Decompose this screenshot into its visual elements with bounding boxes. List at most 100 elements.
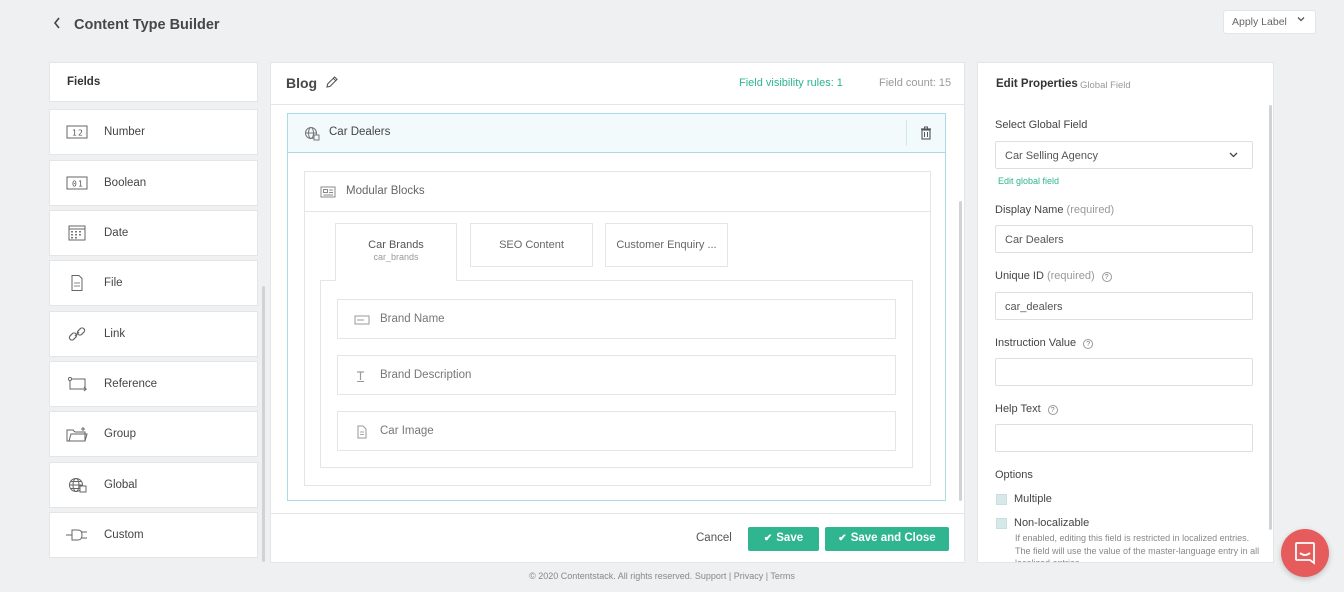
save-close-label: Save and Close xyxy=(850,532,936,544)
block-field-label: Car Image xyxy=(380,425,434,437)
unique-id-field[interactable]: car_dealers xyxy=(995,292,1253,320)
builder-scrollbar[interactable] xyxy=(959,201,962,501)
non-localizable-note: If enabled, editing this field is restri… xyxy=(1015,533,1260,563)
checkbox[interactable] xyxy=(996,494,1007,505)
unique-id-label: Unique ID (required) ? xyxy=(995,270,1112,282)
field-item-label: Boolean xyxy=(104,177,147,189)
check-icon: ✔ xyxy=(838,533,847,544)
edit-global-field-link[interactable]: Edit global field xyxy=(998,176,1059,186)
field-item-link[interactable]: Link xyxy=(49,311,258,357)
plug-icon xyxy=(66,527,88,543)
top-bar: Content Type Builder Apply Label xyxy=(0,0,1344,50)
folder-icon xyxy=(66,426,88,442)
modular-blocks-icon xyxy=(320,185,336,199)
multiple-label: Multiple xyxy=(1014,493,1052,505)
global-field-header[interactable]: Car Dealers xyxy=(288,114,945,153)
instruction-value-label: Instruction Value ? xyxy=(995,337,1094,349)
tab-label: SEO Content xyxy=(499,239,564,251)
page-footer: © 2020 Contentstack. All rights reserved… xyxy=(529,571,795,581)
global-field-select-value: Car Selling Agency xyxy=(1005,150,1098,162)
block-field-label: Brand Description xyxy=(380,369,472,381)
save-button[interactable]: ✔ Save xyxy=(748,527,819,551)
tab-customer-enquiry[interactable]: Customer Enquiry ... xyxy=(605,223,728,267)
privacy-link[interactable]: Privacy xyxy=(734,571,764,581)
support-link[interactable]: Support xyxy=(695,571,727,581)
terms-link[interactable]: Terms xyxy=(770,571,795,581)
help-text-label: Help Text ? xyxy=(995,403,1058,415)
field-item-label: Global xyxy=(104,479,138,491)
svg-text:0: 0 xyxy=(72,180,77,189)
tab-uid: car_brands xyxy=(373,252,419,262)
tab-car-brands[interactable]: Car Brands car_brands xyxy=(335,223,457,281)
field-item-label: Date xyxy=(104,227,129,239)
single-line-text-icon xyxy=(354,313,370,327)
chat-button[interactable] xyxy=(1281,529,1329,577)
copyright: © 2020 Contentstack. All rights reserved… xyxy=(529,571,693,581)
block-field-brand-description[interactable]: Brand Description xyxy=(337,355,896,395)
svg-text:1: 1 xyxy=(78,180,83,189)
modular-blocks-header[interactable]: Modular Blocks xyxy=(305,172,930,212)
properties-title: Edit Properties xyxy=(996,78,1078,90)
options-label: Options xyxy=(995,469,1033,481)
field-count: Field count: 15 xyxy=(879,77,952,89)
pencil-icon[interactable] xyxy=(325,75,339,89)
checkbox[interactable] xyxy=(996,518,1007,529)
block-fields-area: Brand Name Brand Description Car Image xyxy=(320,280,913,468)
display-name-field[interactable]: Car Dealers xyxy=(995,225,1253,253)
required-indicator: (required) xyxy=(1066,204,1115,216)
help-text-field[interactable] xyxy=(995,424,1253,452)
field-item-group[interactable]: Group xyxy=(49,411,258,457)
field-item-label: Number xyxy=(104,126,145,138)
select-global-field-label: Select Global Field xyxy=(995,119,1088,131)
svg-text:1: 1 xyxy=(72,129,77,138)
block-field-brand-name[interactable]: Brand Name xyxy=(337,299,896,339)
help-icon[interactable]: ? xyxy=(1047,405,1058,415)
number-icon: 12 xyxy=(66,124,88,140)
block-field-car-image[interactable]: Car Image xyxy=(337,411,896,451)
properties-subtitle: Global Field xyxy=(1080,80,1131,91)
non-localizable-label: Non-localizable xyxy=(1014,517,1090,529)
field-item-file[interactable]: File xyxy=(49,260,258,306)
field-visibility-rules-link[interactable]: Field visibility rules: 1 xyxy=(739,77,843,89)
properties-header: Edit Properties Global Field xyxy=(978,63,1273,105)
field-item-reference[interactable]: Reference xyxy=(49,361,258,407)
field-item-label: File xyxy=(104,277,123,289)
save-and-close-button[interactable]: ✔ Save and Close xyxy=(825,527,949,551)
help-text-label-text: Help Text xyxy=(995,403,1041,415)
unique-id-label-text: Unique ID xyxy=(995,270,1044,282)
globe-icon xyxy=(304,126,320,142)
edit-properties-panel: Edit Properties Global Field Select Glob… xyxy=(977,62,1274,563)
help-icon[interactable]: ? xyxy=(1101,272,1112,282)
chevron-left-icon[interactable] xyxy=(52,16,66,32)
page-title: Content Type Builder xyxy=(74,17,220,33)
check-icon: ✔ xyxy=(763,533,773,544)
divider xyxy=(906,120,907,146)
apply-label-text: Apply Label xyxy=(1232,16,1287,28)
properties-scrollbar[interactable] xyxy=(1269,105,1272,530)
instruction-value-field[interactable] xyxy=(995,358,1253,386)
global-field-label: Car Dealers xyxy=(329,126,391,138)
fields-scrollbar[interactable] xyxy=(262,286,265,562)
cancel-button[interactable]: Cancel xyxy=(696,532,732,544)
fields-panel: Fields 12 Number 01 Boolean Date File Li… xyxy=(49,62,258,558)
file-icon xyxy=(66,275,88,291)
help-icon[interactable]: ? xyxy=(1083,339,1094,349)
tab-seo-content[interactable]: SEO Content xyxy=(470,223,593,267)
field-item-number[interactable]: 12 Number xyxy=(49,109,258,155)
save-label: Save xyxy=(776,532,804,544)
apply-label-dropdown[interactable]: Apply Label xyxy=(1223,10,1316,34)
modular-blocks-label: Modular Blocks xyxy=(346,185,425,197)
global-field-select[interactable]: Car Selling Agency xyxy=(995,141,1253,169)
field-item-global[interactable]: Global xyxy=(49,462,258,508)
field-item-label: Reference xyxy=(104,378,158,390)
link-icon xyxy=(66,326,88,342)
builder-footer: Cancel ✔ Save ✔ Save and Close xyxy=(271,513,964,562)
global-field-block: Car Dealers Modular Blocks Car Brands ca… xyxy=(287,113,946,501)
trash-icon[interactable] xyxy=(918,125,934,141)
field-item-boolean[interactable]: 01 Boolean xyxy=(49,160,258,206)
field-item-label: Custom xyxy=(104,529,144,541)
chevron-down-icon xyxy=(1297,15,1305,25)
field-item-date[interactable]: Date xyxy=(49,210,258,256)
field-item-custom[interactable]: Custom xyxy=(49,512,258,558)
file-icon xyxy=(354,425,370,439)
